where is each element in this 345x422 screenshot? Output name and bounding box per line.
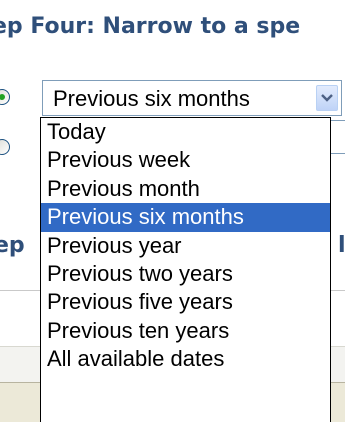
step-five-heading-fragment-right: l bbox=[338, 233, 345, 258]
date-range-select[interactable]: Previous six months bbox=[42, 80, 342, 116]
date-range-options-list[interactable]: Today Previous week Previous month Previ… bbox=[40, 117, 331, 422]
option-today[interactable]: Today bbox=[41, 118, 330, 146]
custom-date-radio[interactable] bbox=[0, 139, 10, 155]
option-previous-five-years[interactable]: Previous five years bbox=[41, 288, 330, 316]
option-previous-two-years[interactable]: Previous two years bbox=[41, 260, 330, 288]
step-four-heading: ep Four: Narrow to a spe bbox=[0, 14, 301, 39]
option-previous-ten-years[interactable]: Previous ten years bbox=[41, 317, 330, 345]
select-current-value: Previous six months bbox=[53, 86, 250, 111]
option-all-available-dates[interactable]: All available dates bbox=[41, 345, 330, 373]
option-previous-year[interactable]: Previous year bbox=[41, 232, 330, 260]
dropdown-arrow-button[interactable] bbox=[316, 85, 338, 111]
option-previous-week[interactable]: Previous week bbox=[41, 146, 330, 174]
option-previous-six-months[interactable]: Previous six months bbox=[41, 203, 330, 232]
date-range-radio[interactable] bbox=[0, 89, 10, 105]
option-previous-month[interactable]: Previous month bbox=[41, 175, 330, 203]
page: ep Four: Narrow to a spe Previous six mo… bbox=[0, 0, 345, 422]
step-five-heading-fragment: ep bbox=[0, 233, 25, 258]
